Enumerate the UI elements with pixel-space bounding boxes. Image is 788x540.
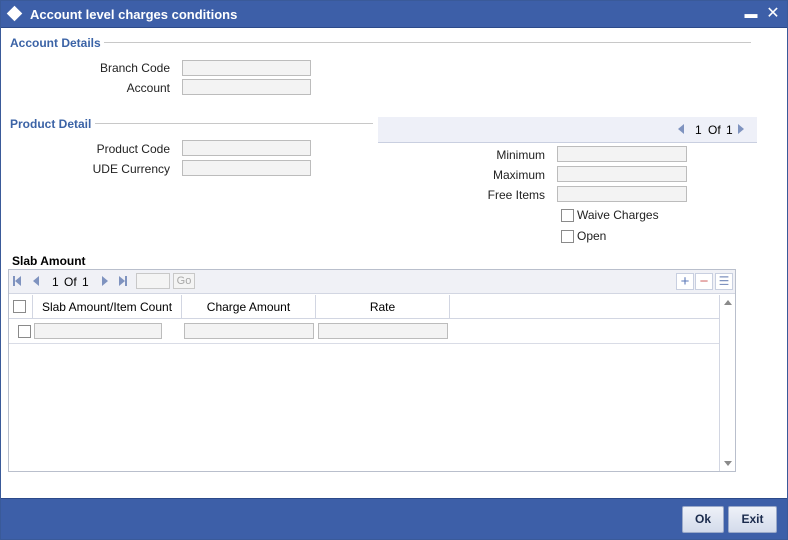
grid-pager-total: 1 — [82, 275, 89, 289]
scroll-up-icon[interactable] — [724, 300, 732, 305]
charges-pager-current: 1 — [695, 123, 702, 137]
add-row-icon[interactable]: + — [676, 273, 694, 290]
ude-currency-field[interactable] — [182, 160, 311, 176]
open-checkbox[interactable] — [561, 230, 574, 243]
branch-code-field[interactable] — [182, 60, 311, 76]
previous-page-icon[interactable] — [33, 276, 39, 286]
column-header-charge-amount[interactable]: Charge Amount — [182, 295, 316, 319]
scroll-down-icon[interactable] — [724, 461, 732, 466]
column-header-rate[interactable]: Rate — [316, 295, 450, 319]
charges-pager-total: 1 — [726, 123, 733, 137]
charge-amount-cell[interactable] — [184, 323, 314, 339]
table-row — [9, 320, 719, 344]
free-items-label: Free Items — [487, 188, 545, 202]
minimum-field[interactable] — [557, 146, 687, 162]
exit-button[interactable]: Exit — [728, 506, 777, 533]
product-detail-divider — [95, 123, 373, 124]
free-items-field[interactable] — [557, 186, 687, 202]
next-page-icon[interactable] — [102, 276, 108, 286]
account-details-divider — [104, 42, 751, 43]
slab-amount-cell[interactable] — [34, 323, 162, 339]
slab-amount-title: Slab Amount — [12, 254, 86, 268]
previous-record-icon[interactable] — [678, 124, 684, 134]
dialog-window: Account level charges conditions ▬ ✕ Acc… — [0, 0, 788, 540]
app-diamond-icon — [6, 5, 23, 22]
title-bar: Account level charges conditions ▬ ✕ — [1, 1, 787, 28]
minimum-label: Minimum — [496, 148, 545, 162]
branch-code-label: Branch Code — [99, 61, 170, 75]
select-all-cell — [9, 295, 33, 319]
next-record-icon[interactable] — [738, 124, 744, 134]
single-view-icon[interactable]: ☰ — [715, 273, 733, 290]
vertical-scrollbar[interactable] — [719, 295, 735, 471]
minimize-icon[interactable]: ▬ — [742, 4, 760, 24]
account-field[interactable] — [182, 79, 311, 95]
page-number-input[interactable] — [136, 273, 170, 289]
footer-bar: Ok Exit — [1, 498, 787, 539]
account-details-title: Account Details — [10, 36, 101, 50]
row-select-checkbox[interactable] — [18, 325, 31, 338]
open-label: Open — [577, 229, 607, 243]
last-page-icon[interactable] — [119, 276, 127, 286]
maximum-field[interactable] — [557, 166, 687, 182]
ok-button[interactable]: Ok — [682, 506, 724, 533]
product-code-field[interactable] — [182, 140, 311, 156]
close-icon[interactable]: ✕ — [764, 4, 782, 24]
grid-header: Slab Amount/Item Count Charge Amount Rat… — [9, 295, 719, 319]
first-page-icon[interactable] — [13, 276, 21, 286]
account-label: Account — [126, 81, 170, 95]
rate-cell[interactable] — [318, 323, 448, 339]
delete-row-icon[interactable]: − — [695, 273, 713, 290]
charges-pager-of: Of — [708, 123, 721, 137]
grid-pager-current: 1 — [52, 275, 59, 289]
select-all-checkbox[interactable] — [13, 300, 26, 313]
ude-currency-label: UDE Currency — [92, 162, 170, 176]
slab-amount-grid: 1 Of 1 Go + − ☰ Slab Amount/Item Count C… — [8, 269, 736, 472]
waive-charges-checkbox[interactable] — [561, 209, 574, 222]
product-code-label: Product Code — [96, 142, 170, 156]
column-header-slab-amount[interactable]: Slab Amount/Item Count — [33, 295, 182, 319]
charges-pager-panel: 1 Of 1 — [378, 117, 757, 143]
waive-charges-label: Waive Charges — [577, 208, 659, 222]
grid-toolbar: 1 Of 1 Go + − ☰ — [9, 270, 735, 294]
grid-pager-of: Of — [64, 275, 77, 289]
product-detail-title: Product Detail — [10, 117, 92, 131]
maximum-label: Maximum — [492, 168, 545, 182]
go-button[interactable]: Go — [173, 273, 195, 289]
window-title: Account level charges conditions — [30, 7, 238, 22]
